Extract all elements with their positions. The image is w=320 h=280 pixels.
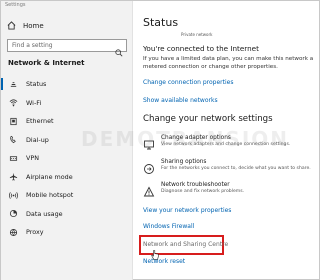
search-icon[interactable] <box>115 42 123 57</box>
home-link[interactable]: Home <box>7 19 44 33</box>
section-title: Network & Internet <box>8 59 85 67</box>
sidebar-item-proxy[interactable]: Proxy <box>1 223 132 242</box>
view-network-properties-link[interactable]: View your network properties <box>143 207 231 214</box>
sharing-icon <box>143 160 155 174</box>
sidebar-item-label: Status <box>26 80 47 89</box>
sidebar-item-label: Airplane mode <box>26 172 73 181</box>
sidebar-item-label: Ethernet <box>26 117 54 126</box>
network-name: Private network <box>181 32 213 37</box>
connected-heading: You're connected to the Internet <box>143 44 259 53</box>
sidebar-item-label: Mobile hotspot <box>26 191 74 200</box>
data-usage-icon <box>9 209 18 218</box>
sidebar: Settings Home Network & Internet Status <box>1 1 133 280</box>
search-box[interactable] <box>7 39 127 57</box>
sidebar-item-mobile-hotspot[interactable]: Mobile hotspot <box>1 186 132 205</box>
adapter-icon <box>143 136 155 150</box>
sidebar-item-data-usage[interactable]: Data usage <box>1 205 132 224</box>
status-icon <box>9 80 18 89</box>
search-input[interactable] <box>12 42 112 49</box>
option-description: View network adapters and change connect… <box>161 142 291 147</box>
main-content: Status Private network You're connected … <box>135 1 320 280</box>
sidebar-item-status[interactable]: Status <box>1 75 132 94</box>
network-troubleshooter[interactable]: Network troubleshooter Diagnose and fix … <box>143 182 315 202</box>
troubleshooter-icon <box>143 183 155 197</box>
option-title: Network troubleshooter <box>161 182 230 188</box>
dialup-icon <box>9 135 18 144</box>
sidebar-item-airplane-mode[interactable]: Airplane mode <box>1 168 132 187</box>
sidebar-item-dialup[interactable]: Dial-up <box>1 131 132 150</box>
option-description: Diagnose and fix network problems. <box>161 189 245 194</box>
sidebar-nav: Status Wi-Fi Ethernet Dial-up VPN Airpla… <box>1 75 132 242</box>
sharing-options[interactable]: Sharing options For the networks you con… <box>143 159 315 179</box>
option-description: For the networks you connect to, decide … <box>161 166 311 171</box>
sidebar-item-label: Data usage <box>26 209 63 218</box>
sidebar-item-wifi[interactable]: Wi-Fi <box>1 94 132 113</box>
change-adapter-options[interactable]: Change adapter options View network adap… <box>143 135 315 155</box>
window-title: Settings <box>5 2 26 8</box>
vpn-icon <box>9 154 18 163</box>
home-icon <box>7 20 17 32</box>
ethernet-icon <box>9 117 18 126</box>
windows-firewall-link[interactable]: Windows Firewall <box>143 223 194 230</box>
page-title: Status <box>143 16 179 29</box>
mouse-cursor-icon <box>151 245 159 260</box>
airplane-icon <box>9 172 18 181</box>
home-label: Home <box>23 22 44 30</box>
sidebar-item-label: Wi-Fi <box>26 98 42 107</box>
proxy-icon <box>9 228 18 237</box>
connected-text: If you have a limited data plan, you can… <box>143 56 314 70</box>
sidebar-item-label: Dial-up <box>26 135 49 144</box>
sidebar-item-label: Proxy <box>26 228 44 237</box>
change-settings-heading: Change your network settings <box>143 114 273 124</box>
show-available-networks-link[interactable]: Show available networks <box>143 97 218 104</box>
sidebar-item-vpn[interactable]: VPN <box>1 149 132 168</box>
sidebar-item-label: VPN <box>26 154 40 163</box>
sidebar-item-ethernet[interactable]: Ethernet <box>1 112 132 131</box>
settings-window: Settings Home Network & Internet Status <box>0 0 320 280</box>
option-title: Sharing options <box>161 159 207 165</box>
change-connection-properties-link[interactable]: Change connection properties <box>143 79 233 86</box>
hotspot-icon <box>9 191 18 200</box>
wifi-icon <box>9 98 18 107</box>
network-reset-link[interactable]: Network reset <box>143 258 185 265</box>
option-title: Change adapter options <box>161 135 231 141</box>
